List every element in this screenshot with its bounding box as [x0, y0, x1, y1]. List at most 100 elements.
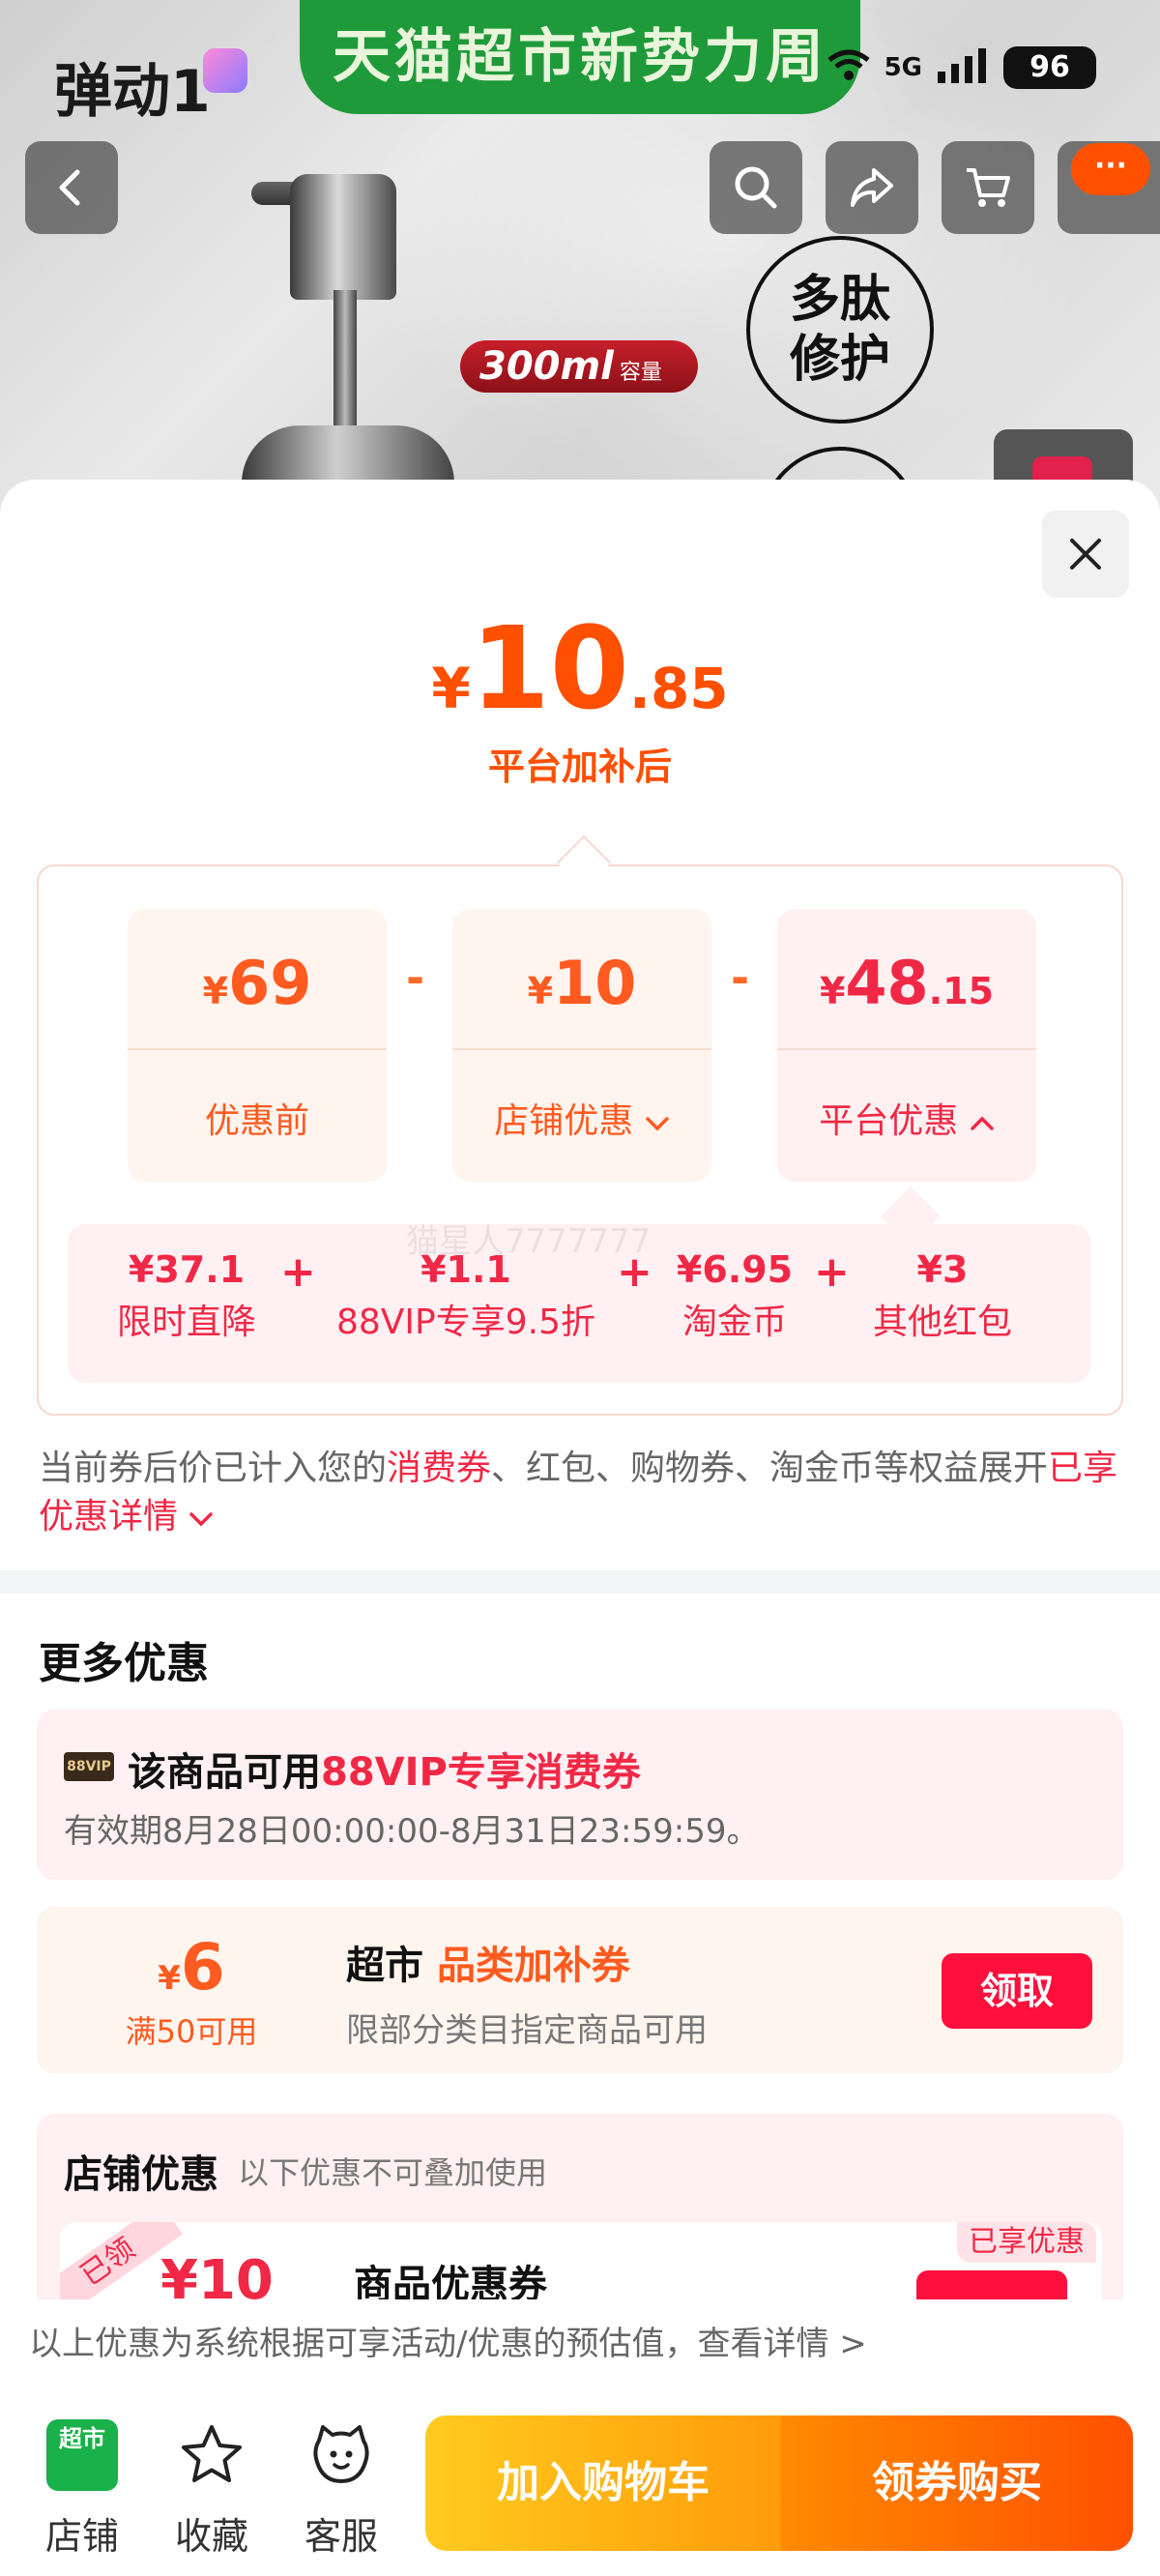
- search-button[interactable]: [710, 141, 802, 234]
- capacity-badge: 300ml 容量: [460, 340, 698, 393]
- breakdown-item: ¥6.95 淘金币: [657, 1247, 812, 1354]
- back-button[interactable]: [25, 141, 118, 234]
- favorite-tab-label: 收藏: [174, 2515, 248, 2558]
- price-label: 平台加补后: [487, 746, 672, 788]
- capacity-unit: 容量: [619, 361, 662, 385]
- chevron-down-icon[interactable]: [188, 1510, 214, 1528]
- store-tab[interactable]: 超市 店铺: [29, 2417, 135, 2560]
- network-type: 5G: [884, 53, 922, 82]
- note-middle: 、红包、购物券、淘金币等权益展开: [491, 1449, 1049, 1488]
- card-divider: [128, 1048, 387, 1050]
- note-prefix: 当前券后价已计入您的: [39, 1449, 388, 1488]
- star-icon: [182, 2425, 242, 2482]
- minus-sign: -: [731, 951, 750, 1004]
- vip-coupon-name: 88VIP专享消费券: [321, 1750, 641, 1795]
- breakdown-label: 限时直降: [116, 1303, 256, 1342]
- store-coupon-button[interactable]: [916, 2270, 1067, 2299]
- vip-coupon-line: 该商品可用88VIP专享消费券: [128, 1741, 641, 1797]
- customer-service-icon: [313, 2425, 369, 2483]
- card-divider: [777, 1048, 1036, 1050]
- add-to-cart-button[interactable]: 加入购物车: [425, 2415, 781, 2551]
- breakdown-label: 其他红包: [872, 1303, 1012, 1342]
- breakdown-value: ¥1.1: [420, 1248, 511, 1291]
- platform-discount-label: 平台优惠: [819, 1101, 959, 1141]
- more-discounts-title: 更多优惠: [39, 1639, 209, 1688]
- breakdown-value: ¥37.1: [128, 1248, 246, 1291]
- favorite-tab[interactable]: 收藏: [159, 2417, 265, 2560]
- price-integer: 10: [470, 601, 629, 735]
- feature-line-2: 修护: [789, 331, 890, 389]
- coupon-description: 限部分类目指定商品可用: [346, 2011, 708, 2050]
- store-tab-label: 店铺: [44, 2515, 119, 2558]
- store-discount-subtitle: 以下优惠不可叠加使用: [238, 2154, 548, 2191]
- signal-bars-icon: [936, 48, 990, 87]
- store-logo-text: 超市: [59, 2425, 105, 2452]
- promo-banner: 天猫超市新势力周: [300, 0, 860, 114]
- price-currency: ¥: [431, 656, 471, 721]
- coupon-title: 超市 品类加补券: [346, 1934, 630, 1990]
- coupon-note: 当前券后价已计入您的消费券、红包、购物券、淘金币等权益展开已享优惠详情: [39, 1445, 1121, 1541]
- coupon-amount: ¥6: [37, 1930, 346, 2005]
- breakdown-item: ¥3 其他红包: [860, 1247, 1025, 1354]
- coupon-currency: ¥: [158, 1959, 181, 1998]
- card-currency: ¥: [202, 970, 229, 1012]
- breakdown-label: 88VIP专享9.5折: [335, 1303, 595, 1342]
- store-discount-title: 店铺优惠: [64, 2152, 218, 2197]
- breakdown-value: ¥3: [916, 1248, 969, 1291]
- breakdown-item: ¥1.1 88VIP专享9.5折: [329, 1247, 603, 1354]
- section-divider: [0, 1570, 1160, 1594]
- status-bar-icons: 5G 96: [826, 46, 1096, 89]
- service-tab[interactable]: 客服: [288, 2417, 394, 2560]
- capacity-value: 300ml: [479, 344, 614, 389]
- wifi-icon: [826, 48, 871, 88]
- share-icon: [851, 168, 893, 207]
- coupon-value: 6: [180, 1930, 225, 2005]
- store-logo-icon: 超市: [46, 2419, 118, 2491]
- message-badge[interactable]: ···: [1071, 143, 1150, 195]
- feature-line-1: 多肽: [789, 271, 890, 329]
- plus-sign: +: [814, 1247, 850, 1297]
- card-label: 优惠前: [204, 1101, 309, 1141]
- breakdown-item: ¥37.1 限时直降: [95, 1247, 278, 1354]
- card-amount: 69: [228, 948, 312, 1018]
- search-icon: [735, 166, 777, 209]
- close-button[interactable]: [1042, 511, 1129, 598]
- platform-discount-card[interactable]: ¥48.15 平台优惠: [777, 909, 1036, 1182]
- share-button[interactable]: [826, 141, 918, 234]
- coupon-title-highlight: 品类加补券: [436, 1944, 630, 1988]
- brand-text: 弹动1: [54, 58, 211, 126]
- vip-badge: 88VIP: [64, 1752, 114, 1781]
- breakdown-value: ¥6.95: [676, 1248, 794, 1291]
- vip-prefix: 该商品可用: [128, 1750, 321, 1795]
- consumer-coupon-link[interactable]: 消费券: [387, 1449, 491, 1488]
- card-amount: 48: [845, 948, 929, 1018]
- service-tab-label: 客服: [304, 2515, 378, 2558]
- app-badge-icon: [203, 48, 247, 93]
- card-currency: ¥: [527, 970, 554, 1012]
- feature-badge: 多肽 修护: [746, 236, 934, 424]
- final-price: ¥10.85: [0, 601, 1160, 735]
- card-amount: 10: [553, 948, 637, 1018]
- chevron-down-icon: [645, 1117, 669, 1131]
- vip-validity: 有效期8月28日00:00:00-8月31日23:59:59。: [64, 1812, 760, 1851]
- breakdown-label: 淘金币: [682, 1303, 787, 1342]
- enjoyed-tag: 已享优惠: [957, 2222, 1096, 2263]
- disclaimer-link[interactable]: 以上优惠为系统根据可享活动/优惠的预估值，查看详情 >: [29, 2317, 867, 2364]
- battery-indicator: 96: [1003, 46, 1096, 89]
- card-label: 平台优惠: [777, 1093, 1036, 1143]
- plus-sign: +: [280, 1247, 316, 1297]
- cart-icon: [967, 168, 1010, 207]
- coupon-condition: 满50可用: [125, 2013, 258, 2050]
- store-discount-card[interactable]: ¥10 店铺优惠: [452, 909, 711, 1182]
- bottle-pump: [290, 174, 396, 300]
- chevron-up-icon: [970, 1116, 994, 1130]
- card-divider: [452, 1048, 711, 1050]
- claim-and-buy-button[interactable]: 领券购买: [781, 2415, 1133, 2551]
- claim-coupon-button[interactable]: 领取: [942, 1953, 1092, 2029]
- plus-sign: +: [617, 1247, 652, 1297]
- close-icon: [1070, 539, 1101, 570]
- card-decimal: .15: [928, 970, 995, 1012]
- cart-button[interactable]: [942, 141, 1034, 234]
- minus-sign: -: [406, 951, 425, 1004]
- coupon-title-prefix: 超市: [346, 1944, 423, 1988]
